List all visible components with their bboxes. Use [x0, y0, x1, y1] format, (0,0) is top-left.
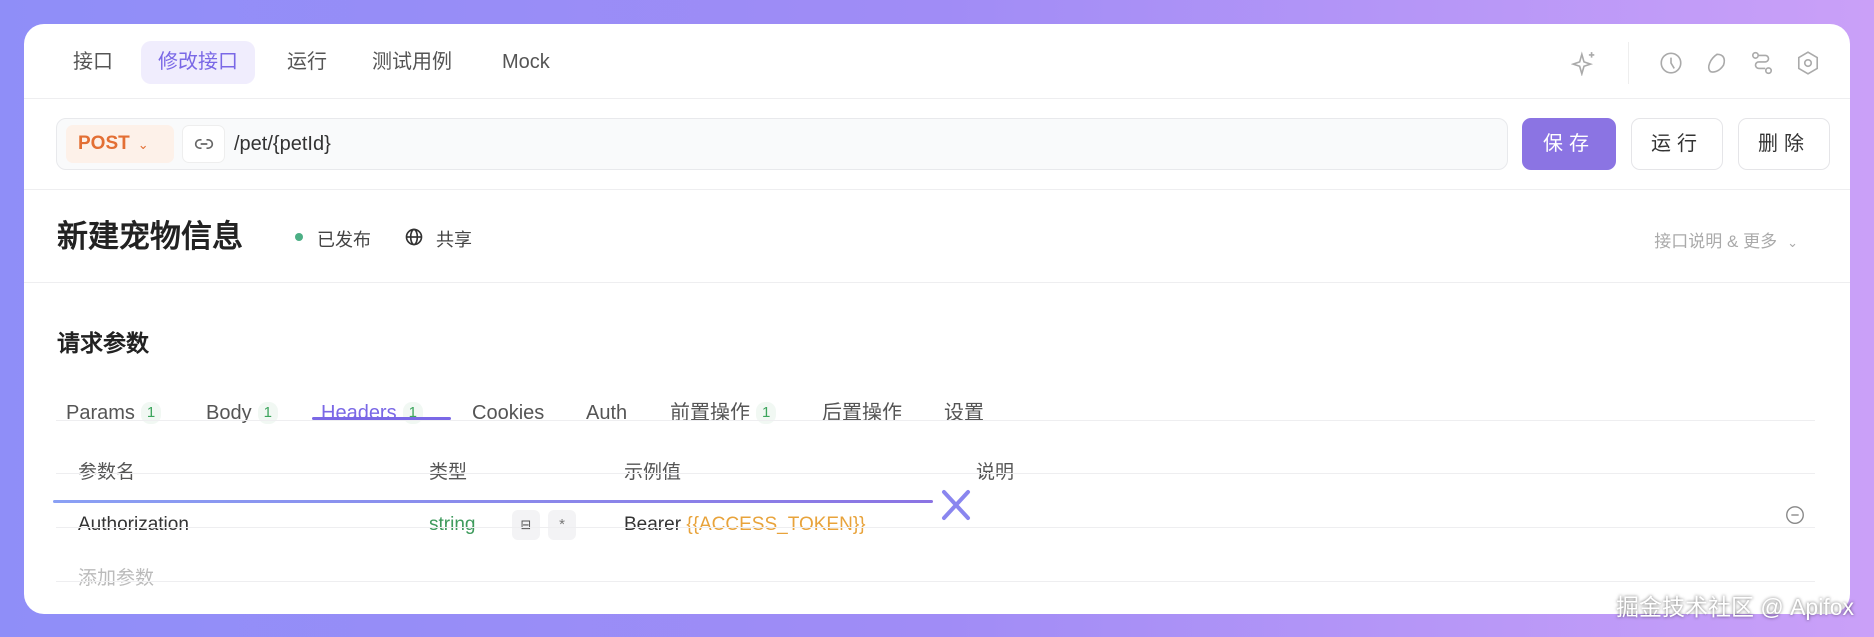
tab-post-processors[interactable]: 后置操作 [822, 399, 902, 427]
close-icon [942, 490, 970, 520]
settings-icon[interactable] [1795, 50, 1821, 76]
schema-icon[interactable]: ⊟ [512, 510, 540, 540]
divider [56, 420, 1815, 421]
column-header-type: 类型 [429, 462, 468, 483]
example-prefix: Bearer [624, 514, 687, 535]
tab-test-cases[interactable]: 测试用例 [355, 41, 469, 84]
tab-settings[interactable]: 设置 [944, 399, 984, 427]
workflow-icon[interactable] [1749, 50, 1775, 76]
shapes-icon[interactable] [1704, 50, 1730, 76]
required-toggle[interactable]: * [548, 510, 576, 540]
toolbar-divider [1628, 42, 1629, 84]
method-label: POST [78, 133, 130, 154]
path-input[interactable]: /pet/{petId} [234, 119, 331, 169]
status-badge[interactable]: 已发布 [317, 226, 371, 252]
param-example[interactable]: Bearer {{ACCESS_TOKEN}} [624, 512, 866, 538]
sparkle-icon[interactable] [1571, 50, 1597, 76]
tab-pre-processors[interactable]: 前置操作 1 [670, 399, 777, 427]
tab-cookies[interactable]: Cookies [472, 399, 544, 427]
tab-edit-api[interactable]: 修改接口 [141, 41, 255, 84]
api-editor-card: 接口 修改接口 运行 测试用例 Mock POST ⌄ /pet/{petId} … [24, 24, 1850, 614]
method-select[interactable]: POST ⌄ [66, 125, 174, 163]
column-header-description: 说明 [976, 462, 1015, 483]
divider [56, 473, 1815, 474]
param-name[interactable]: Authorization [78, 512, 189, 538]
chevron-down-icon: ⌄ [137, 137, 149, 152]
tab-headers[interactable]: Headers 1 [321, 399, 423, 427]
watermark: 掘金技术社区 @ Apifox [1615, 594, 1854, 620]
strikethrough-line [53, 500, 933, 503]
save-button[interactable]: 保存 [1522, 118, 1616, 170]
tab-params[interactable]: Params 1 [66, 399, 162, 427]
more-info-toggle[interactable]: 接口说明 & 更多 ⌄ [1654, 227, 1798, 252]
divider [24, 98, 1850, 99]
column-header-name: 参数名 [78, 462, 136, 483]
tab-api[interactable]: 接口 [56, 41, 130, 84]
divider [24, 189, 1850, 190]
double-chevron-down-icon: ⌄ [1787, 235, 1798, 250]
divider [56, 527, 1815, 528]
tab-run[interactable]: 运行 [270, 41, 344, 84]
run-button[interactable]: 运行 [1631, 118, 1723, 170]
share-button[interactable]: 共享 [436, 226, 472, 252]
divider [24, 282, 1850, 283]
tab-auth[interactable]: Auth [586, 399, 627, 427]
tab-body[interactable]: Body 1 [206, 399, 278, 427]
column-header-example: 示例值 [624, 462, 682, 483]
more-info-label: 接口说明 & 更多 [1654, 232, 1778, 251]
divider [56, 581, 1815, 582]
add-param-input[interactable]: 添加参数 [78, 566, 154, 592]
globe-icon [405, 228, 423, 246]
link-icon[interactable] [182, 125, 225, 163]
param-type[interactable]: string [429, 512, 475, 538]
page-title: 新建宠物信息 [57, 219, 243, 254]
remove-circle-icon[interactable] [1784, 504, 1806, 526]
delete-button[interactable]: 删除 [1738, 118, 1830, 170]
status-dot-icon [295, 233, 303, 241]
section-heading: 请求参数 [57, 330, 149, 356]
tab-mock[interactable]: Mock [485, 41, 567, 84]
example-variable: {{ACCESS_TOKEN}} [686, 514, 866, 535]
history-icon[interactable] [1658, 50, 1684, 76]
url-bar: POST ⌄ /pet/{petId} [56, 118, 1508, 170]
